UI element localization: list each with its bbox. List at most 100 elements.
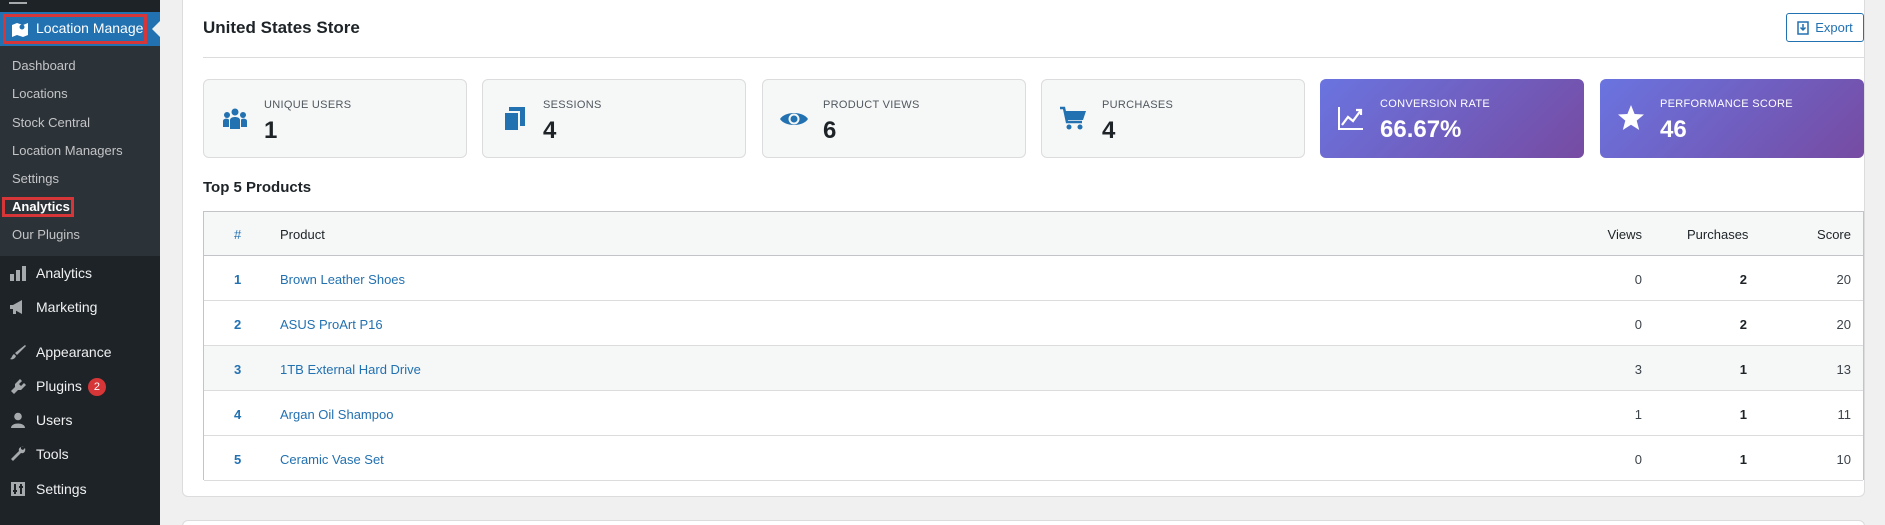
row-views: 0 — [1634, 452, 1642, 467]
export-label: Export — [1815, 20, 1853, 35]
partial-menu-icon — [9, 0, 27, 4]
submenu-settings[interactable]: Settings — [12, 171, 59, 186]
stat-value: 1 — [264, 117, 278, 144]
header-divider — [203, 57, 1864, 58]
row-purchases: 2 — [1739, 272, 1747, 287]
col-product: Product — [280, 227, 325, 242]
plugins-label: Plugins — [36, 378, 82, 394]
col-rank: # — [234, 227, 242, 242]
table-row: 1 Brown Leather Shoes 0 2 20 — [204, 256, 1863, 301]
row-rank: 1 — [234, 272, 242, 287]
top-products-table: # Product Views Purchases Score 1 Brown … — [203, 211, 1864, 481]
menu-plugins[interactable]: Plugins 2 — [0, 371, 160, 401]
copy-icon — [499, 104, 529, 134]
stat-sessions: SESSIONS 4 — [482, 79, 746, 158]
row-views: 3 — [1634, 362, 1642, 377]
col-score: Score — [1817, 227, 1851, 242]
bar-chart-icon — [10, 266, 26, 281]
annotation-highlight — [3, 14, 147, 44]
product-link[interactable]: ASUS ProArt P16 — [280, 317, 383, 332]
row-score: 10 — [1836, 452, 1851, 467]
trend-icon — [1336, 103, 1366, 133]
table-row: 5 Ceramic Vase Set 0 1 10 — [204, 436, 1863, 481]
stat-label: PERFORMANCE SCORE — [1660, 98, 1793, 110]
table-row: 2 ASUS ProArt P16 0 2 20 — [204, 301, 1863, 346]
submenu-dashboard[interactable]: Dashboard — [12, 58, 76, 73]
stat-label: UNIQUE USERS — [264, 99, 352, 111]
table-row: 3 1TB External Hard Drive 3 1 13 — [204, 346, 1863, 391]
stat-performance-score: PERFORMANCE SCORE 46 — [1600, 79, 1864, 158]
row-rank: 4 — [234, 407, 242, 422]
row-views: 0 — [1634, 317, 1642, 332]
row-rank: 5 — [234, 452, 242, 467]
table-header: # Product Views Purchases Score — [204, 212, 1863, 256]
row-purchases: 1 — [1739, 407, 1747, 422]
stat-product-views: PRODUCT VIEWS 6 — [762, 79, 1026, 158]
menu-marketing[interactable]: Marketing — [0, 292, 160, 322]
megaphone-icon — [10, 300, 22, 314]
table-row: 4 Argan Oil Shampoo 1 1 11 — [204, 391, 1863, 436]
plug-icon — [11, 379, 26, 394]
settings-icon — [11, 482, 25, 496]
row-views: 0 — [1634, 272, 1642, 287]
menu-label: Appearance — [36, 344, 112, 360]
product-link[interactable]: Brown Leather Shoes — [280, 272, 405, 287]
stat-label: SESSIONS — [543, 99, 602, 111]
row-score: 11 — [1837, 407, 1852, 422]
stat-value: 46 — [1660, 116, 1687, 143]
menu-appearance[interactable]: Appearance — [0, 337, 160, 367]
users-icon — [220, 104, 250, 134]
menu-label: Plugins 2 — [36, 378, 106, 396]
menu-tools[interactable]: Tools — [0, 439, 160, 469]
submenu-stock-central[interactable]: Stock Central — [12, 115, 90, 130]
download-icon — [1797, 20, 1809, 35]
row-score: 20 — [1836, 272, 1851, 287]
col-purchases: Purchases — [1687, 227, 1749, 242]
stat-purchases: PURCHASES 4 — [1041, 79, 1305, 158]
update-count-badge: 2 — [87, 378, 106, 396]
menu-label: Settings — [36, 481, 87, 497]
submenu-location-managers[interactable]: Location Managers — [12, 143, 123, 158]
menu-current-arrow — [152, 21, 160, 37]
annotation-highlight — [2, 197, 74, 217]
user-icon — [11, 412, 25, 428]
export-button[interactable]: Export — [1786, 13, 1864, 42]
row-rank: 2 — [234, 317, 242, 332]
star-icon — [1616, 103, 1646, 133]
menu-analytics[interactable]: Analytics — [0, 258, 160, 288]
stat-label: PURCHASES — [1102, 99, 1174, 111]
stat-conversion-rate: CONVERSION RATE 66.67% — [1320, 79, 1584, 158]
product-link[interactable]: Argan Oil Shampoo — [280, 407, 393, 422]
submenu-our-plugins[interactable]: Our Plugins — [12, 227, 80, 242]
stat-unique-users: UNIQUE USERS 1 — [203, 79, 467, 158]
row-purchases: 1 — [1739, 362, 1747, 377]
stat-value: 4 — [1102, 117, 1116, 144]
cart-icon — [1058, 104, 1088, 134]
stat-value: 66.67% — [1380, 116, 1462, 143]
admin-sidebar: Location Manage Dashboard Locations Stoc… — [0, 0, 160, 525]
menu-settings[interactable]: Settings — [0, 474, 160, 504]
row-score: 20 — [1836, 317, 1851, 332]
product-link[interactable]: Ceramic Vase Set — [280, 452, 384, 467]
menu-label: Tools — [36, 446, 69, 462]
menu-users[interactable]: Users — [0, 405, 160, 435]
stat-label: CONVERSION RATE — [1380, 98, 1491, 110]
row-views: 1 — [1634, 407, 1642, 422]
section-title: Top 5 Products — [203, 179, 312, 196]
page-title: United States Store — [203, 18, 360, 37]
menu-label: Users — [36, 412, 73, 428]
stat-value: 6 — [823, 117, 837, 144]
stat-value: 4 — [543, 117, 557, 144]
row-purchases: 1 — [1739, 452, 1747, 467]
menu-label: Analytics — [36, 265, 93, 281]
submenu-locations[interactable]: Locations — [12, 86, 68, 101]
menu-label: Marketing — [36, 299, 98, 315]
wrench-icon — [11, 446, 26, 461]
row-purchases: 2 — [1739, 317, 1747, 332]
menu-location-manage[interactable]: Location Manage — [0, 12, 160, 46]
row-score: 13 — [1836, 362, 1851, 377]
paintbrush-icon — [10, 345, 26, 360]
product-link[interactable]: 1TB External Hard Drive — [280, 362, 421, 377]
stat-label: PRODUCT VIEWS — [823, 99, 920, 111]
eye-icon — [779, 104, 809, 134]
